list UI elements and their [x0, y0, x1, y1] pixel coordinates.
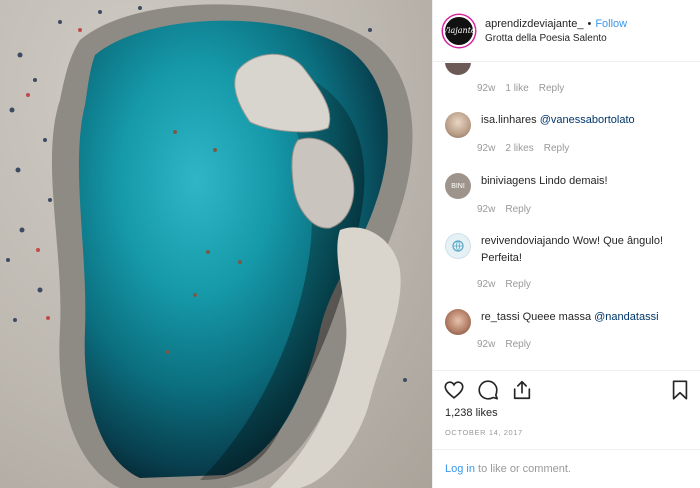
- comment-text: biniviagens Lindo demais!: [481, 173, 691, 190]
- likes-count[interactable]: 1,238 likes: [445, 407, 498, 419]
- comment-meta: 92w Reply: [477, 279, 531, 290]
- instagram-post: Viajante aprendizdeviajante_ • Follow Gr…: [0, 0, 700, 488]
- author-info: aprendizdeviajante_ • Follow Grotta dell…: [485, 18, 627, 44]
- comment-item: revivendoviajando Wow! Que ângulo! Perfe…: [445, 233, 691, 267]
- separator-dot: •: [587, 17, 592, 30]
- comment-meta: 92w Reply: [477, 204, 531, 215]
- commenter-username[interactable]: isa.linhares: [481, 114, 537, 126]
- share-icon[interactable]: [511, 379, 533, 401]
- comment-time[interactable]: 92w: [477, 83, 495, 94]
- reply-button[interactable]: Reply: [539, 83, 565, 94]
- comment-item: re_tassi Queee massa @nandatassi: [445, 309, 691, 335]
- globe-icon: [452, 240, 464, 252]
- author-avatar[interactable]: Viajante: [442, 14, 476, 47]
- comment-text: revivendoviajando Wow! Que ângulo! Perfe…: [481, 233, 691, 267]
- comment-content: Queee massa: [522, 311, 592, 323]
- post-photo[interactable]: [0, 0, 432, 488]
- comment-mention[interactable]: @vanessabortolato: [540, 114, 635, 126]
- reply-button[interactable]: Reply: [544, 143, 570, 154]
- comment-meta: 92w Reply: [477, 339, 531, 350]
- post-date[interactable]: OCTOBER 14, 2017: [445, 428, 523, 437]
- comment-item: 😂😂: [445, 63, 691, 75]
- commenter-avatar[interactable]: [445, 309, 471, 335]
- login-prompt: Log in to like or comment.: [433, 449, 700, 488]
- author-line: aprendizdeviajante_ • Follow: [485, 18, 627, 30]
- bookmark-icon[interactable]: [669, 379, 691, 401]
- comment-time[interactable]: 92w: [477, 204, 495, 215]
- comment-item: isa.linhares @vanessabortolato: [445, 112, 691, 138]
- login-link[interactable]: Log in: [445, 463, 475, 475]
- post-header: Viajante aprendizdeviajante_ • Follow Gr…: [433, 0, 700, 62]
- comment-mention[interactable]: @nandatassi: [594, 311, 658, 323]
- comment-icon[interactable]: [477, 379, 499, 401]
- commenter-username[interactable]: biniviagens: [481, 175, 536, 187]
- comment-text: isa.linhares @vanessabortolato: [481, 112, 691, 129]
- comment-item: BINI biniviagens Lindo demais!: [445, 173, 691, 199]
- login-prompt-text: to like or comment.: [474, 463, 571, 475]
- comment-time[interactable]: 92w: [477, 279, 495, 290]
- commenter-username[interactable]: revivendoviajando: [481, 235, 570, 247]
- comment-meta: 92w 2 likes Reply: [477, 143, 569, 154]
- heart-icon[interactable]: [443, 379, 465, 401]
- reply-button[interactable]: Reply: [505, 279, 531, 290]
- author-username[interactable]: aprendizdeviajante_: [485, 18, 583, 30]
- commenter-avatar[interactable]: [445, 63, 471, 75]
- commenter-avatar[interactable]: BINI: [445, 173, 471, 199]
- post-location[interactable]: Grotta della Poesia Salento: [485, 33, 627, 44]
- comment-time[interactable]: 92w: [477, 143, 495, 154]
- comment-meta: 92w 1 like Reply: [477, 83, 564, 94]
- comment-content: Lindo demais!: [539, 175, 608, 187]
- commenter-avatar[interactable]: [445, 112, 471, 138]
- reply-button[interactable]: Reply: [505, 204, 531, 215]
- comment-text: re_tassi Queee massa @nandatassi: [481, 309, 691, 326]
- action-bar: [433, 370, 700, 408]
- comments-list[interactable]: 😂😂 92w 1 like Reply isa.linhares @vaness…: [433, 63, 700, 369]
- follow-button[interactable]: Follow: [595, 18, 627, 30]
- comment-time[interactable]: 92w: [477, 339, 495, 350]
- comment-likes[interactable]: 2 likes: [505, 143, 533, 154]
- commenter-avatar[interactable]: [445, 233, 471, 259]
- comment-likes[interactable]: 1 like: [505, 83, 528, 94]
- commenter-username[interactable]: re_tassi: [481, 311, 520, 323]
- post-sidebar: Viajante aprendizdeviajante_ • Follow Gr…: [432, 0, 700, 488]
- grotto-aerial-image: [6, 4, 413, 488]
- comment-text: 😂😂: [481, 63, 691, 66]
- reply-button[interactable]: Reply: [505, 339, 531, 350]
